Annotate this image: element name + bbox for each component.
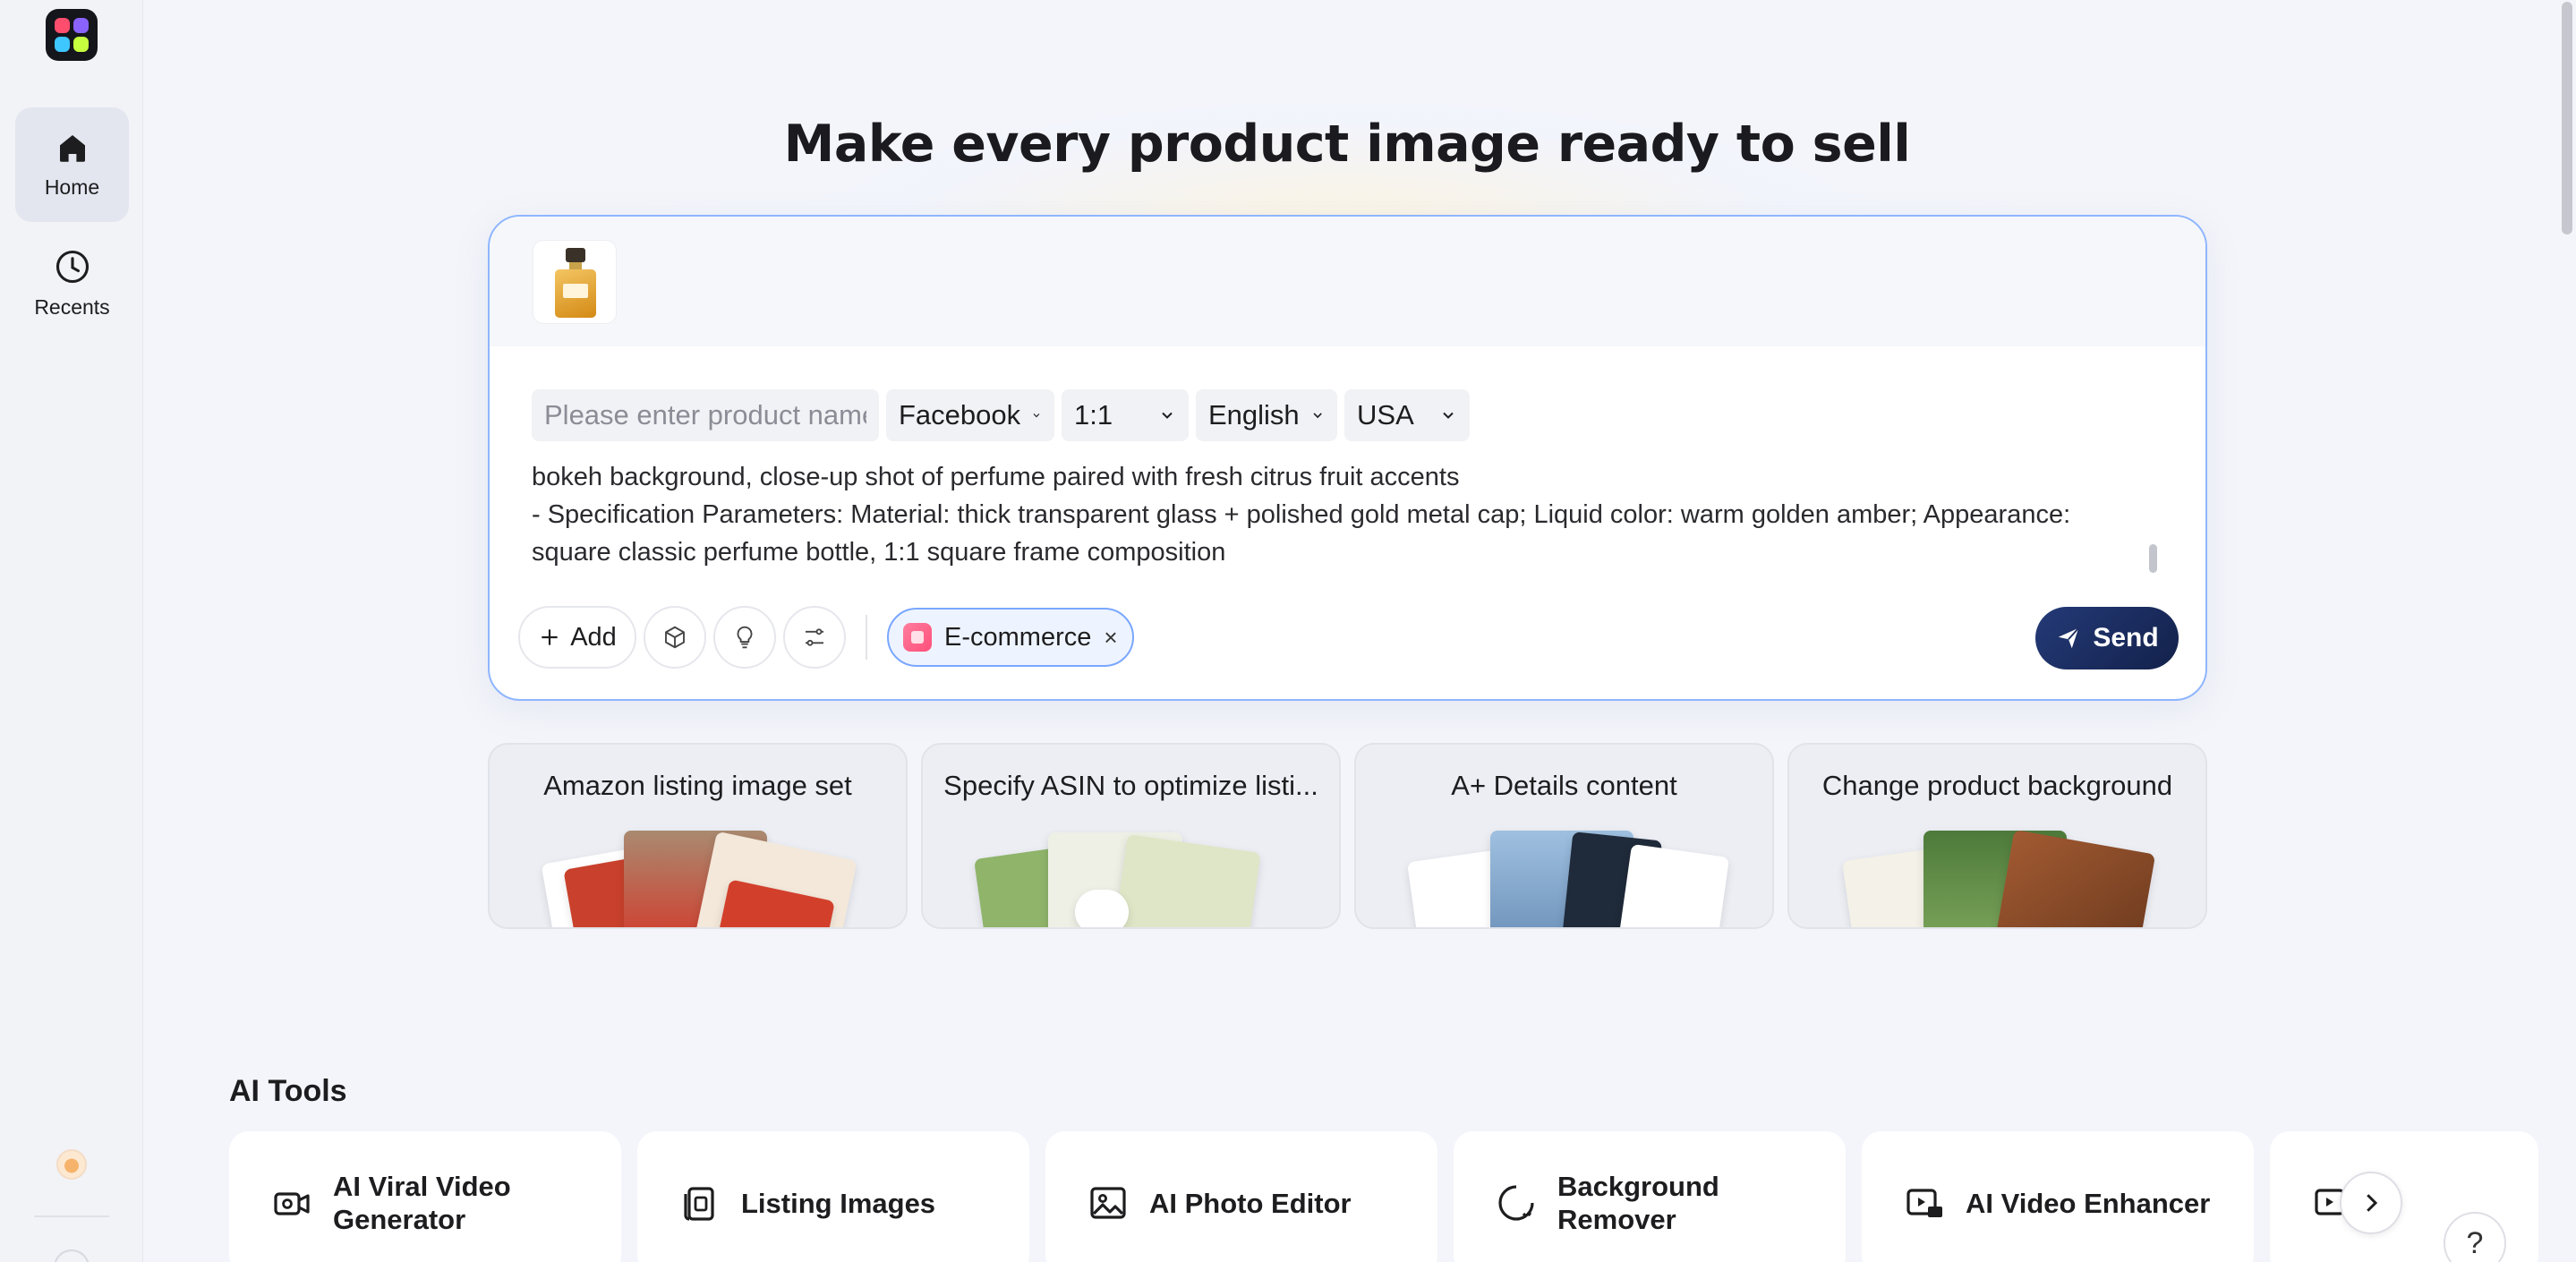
sidebar-item-label: Recents [34,295,110,319]
divider [34,1215,109,1217]
product-thumbnail[interactable] [533,240,617,324]
page-title: Make every product image ready to sell [783,115,1911,174]
send-button[interactable]: Send [2035,607,2179,669]
background-remover-icon [1498,1185,1534,1221]
app-logo[interactable] [46,9,98,61]
chevron-down-icon [1033,414,1040,418]
video-hd-icon [1906,1189,1942,1217]
ecommerce-tag[interactable]: E-commerce × [887,608,1134,667]
cube-icon [665,626,685,649]
composer-toolbar: Add E-commerce × [518,605,1134,669]
ratio-value: 1:1 [1074,399,1113,431]
page-scrollbar[interactable] [2558,0,2576,1262]
attachment-area [490,217,2205,346]
quick-card-preview [923,827,1339,927]
tool-ai-photo-editor[interactable]: AI Photo Editor [1045,1131,1437,1262]
quick-card-change-background[interactable]: Change product background [1787,743,2207,929]
scrollbar-thumb[interactable] [2562,2,2572,234]
carousel-next-button[interactable] [2340,1172,2402,1234]
video-camera-icon [274,1192,310,1215]
tool-listing-images[interactable]: Listing Images [637,1131,1029,1262]
sidebar-item-home[interactable]: Home [15,107,129,222]
country-value: USA [1357,399,1414,431]
chevron-down-icon [1313,413,1322,419]
language-select[interactable]: English [1196,389,1337,441]
add-label: Add [570,622,617,652]
avatar[interactable] [56,1149,87,1180]
quick-card-preview [1356,827,1772,927]
send-icon [2059,627,2080,649]
sidebar: Home Recents [0,0,143,1262]
chevron-down-icon [1162,412,1173,419]
quick-card-title: Amazon listing image set [543,770,852,801]
listing-images-icon [684,1187,714,1221]
tool-ai-viral-video-generator[interactable]: AI Viral Video Generator [229,1131,621,1262]
product-name-input[interactable] [532,389,879,441]
chevron-right-icon [2367,1194,2378,1212]
sliders-icon [806,628,823,646]
send-label: Send [2093,623,2159,652]
quick-card-title: Specify ASIN to optimize listi... [943,770,1318,801]
ratio-select[interactable]: 1:1 [1062,389,1189,441]
clock-icon [55,250,89,284]
quick-card-title: Change product background [1821,770,2173,801]
quick-card-preview [490,827,906,927]
prompt-textarea[interactable]: bokeh background, close-up shot of perfu… [532,448,2143,573]
quick-card-preview [1789,827,2205,927]
quick-card-title: A+ Details content [1451,770,1677,801]
tool-background-remover[interactable]: Background Remover [1454,1131,1846,1262]
tag-label: E-commerce [944,622,1092,652]
country-select[interactable]: USA [1344,389,1470,441]
ecommerce-icon [903,623,932,652]
settings-button[interactable] [783,606,846,669]
prompt-scrollbar[interactable] [2149,544,2157,573]
ai-tools-heading: AI Tools [229,1074,347,1108]
sidebar-item-recents[interactable]: Recents [15,226,129,340]
add-button[interactable]: Add [518,606,636,669]
prompt-composer: Facebook 1:1 English USA bokeh backgroun… [488,215,2207,701]
sidebar-item-label: Home [44,175,100,199]
tool-label: Background Remover [1557,1171,1719,1235]
toolbar-divider [866,615,867,660]
tool-label: AI Video Enhancer [1966,1187,2211,1219]
account-icon[interactable] [54,1249,90,1262]
quick-card-amazon-listing[interactable]: Amazon listing image set [488,743,908,929]
product-3d-button[interactable] [644,606,706,669]
prompt-line: - Specification Parameters: Material: th… [532,500,2071,529]
tool-label: AI Photo Editor [1149,1187,1352,1219]
tool-label: Listing Images [741,1187,936,1219]
option-selectors: Facebook 1:1 English USA [532,389,1470,441]
platform-value: Facebook [899,399,1021,431]
home-icon [59,135,85,162]
quick-card-a-plus-content[interactable]: A+ Details content [1354,743,1774,929]
language-value: English [1208,399,1300,431]
platform-select[interactable]: Facebook [886,389,1054,441]
idea-button[interactable] [713,606,776,669]
tool-ai-video-enhancer[interactable]: AI Video Enhancer [1862,1131,2254,1262]
photo-editor-icon [1090,1187,1126,1219]
lightbulb-icon [737,626,753,649]
quick-card-asin-optimize[interactable]: Specify ASIN to optimize listi... [921,743,1341,929]
chevron-down-icon [1443,412,1454,419]
prompt-line: bokeh background, close-up shot of perfu… [532,463,1460,491]
tool-label: AI Viral Video Generator [333,1171,511,1235]
close-icon[interactable]: × [1104,624,1117,652]
prompt-line: square classic perfume bottle, 1:1 squar… [532,538,1226,567]
plus-icon [542,629,558,645]
